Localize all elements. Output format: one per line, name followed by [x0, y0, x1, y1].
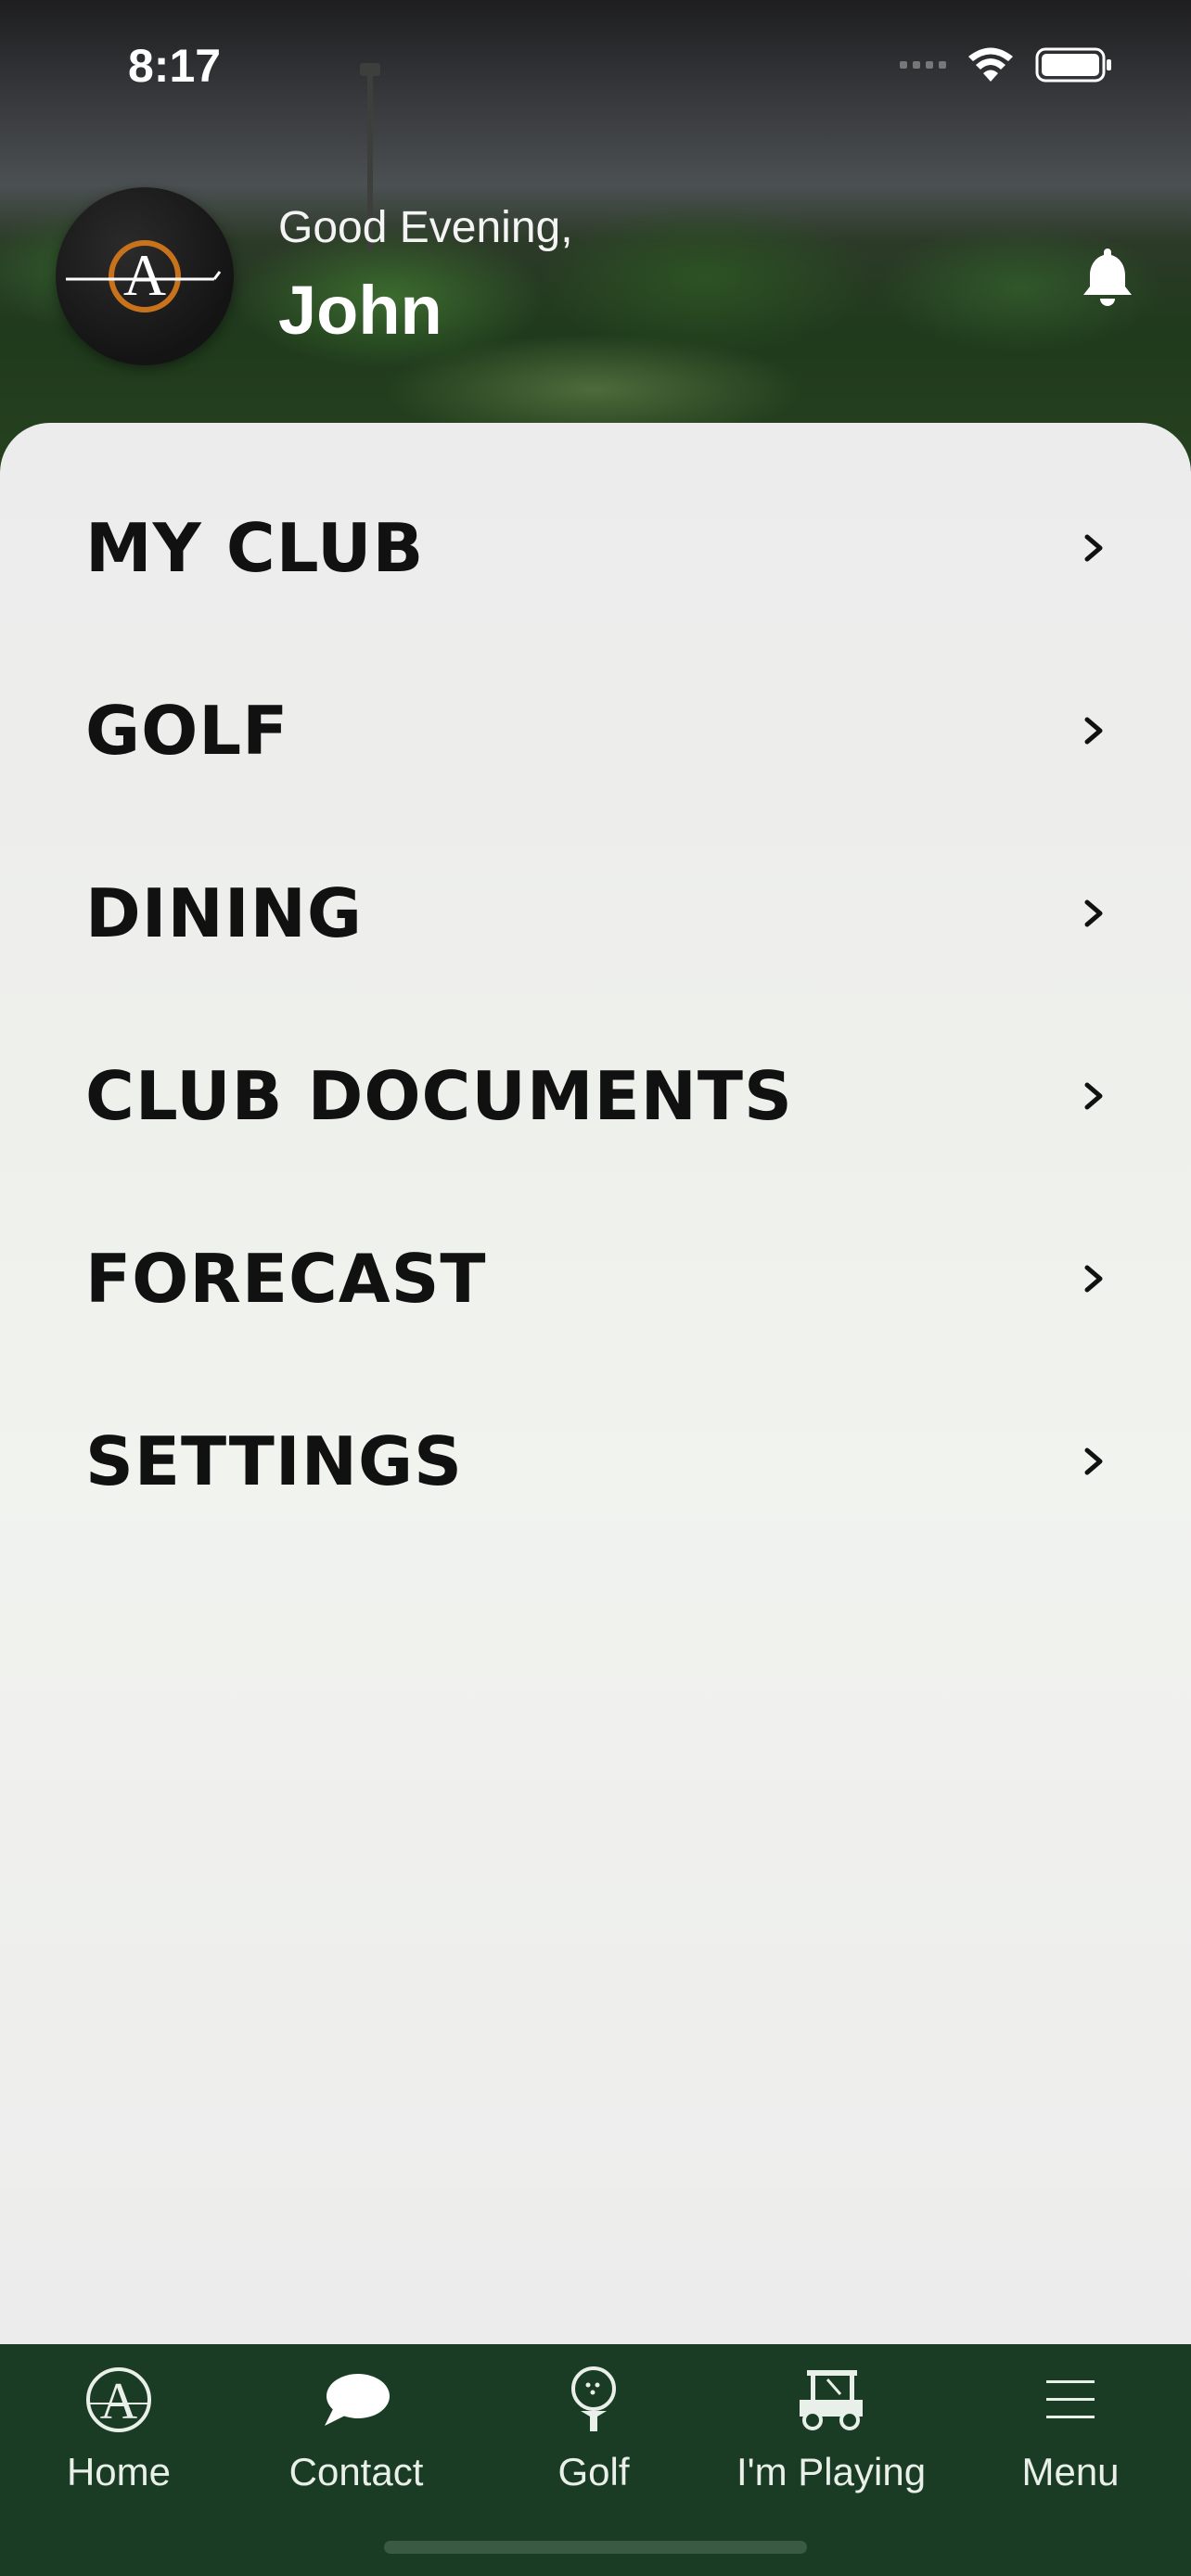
- svg-text:A: A: [123, 242, 166, 308]
- greeting-text: Good Evening,: [278, 203, 573, 252]
- user-name: John: [278, 272, 442, 349]
- tab-golf[interactable]: Golf: [482, 2344, 705, 2530]
- menu-item-label: FORECAST: [85, 1240, 487, 1318]
- menu-item-my-club[interactable]: MY CLUB: [0, 478, 1191, 618]
- tab-label: Menu: [1021, 2450, 1120, 2493]
- battery-icon: [1035, 47, 1111, 83]
- club-logo-avatar[interactable]: A: [56, 187, 234, 365]
- tab-label: Home: [66, 2450, 172, 2493]
- menu-item-club-documents[interactable]: CLUB DOCUMENTS: [0, 1027, 1191, 1166]
- club-logo-icon: A: [66, 240, 222, 312]
- notification-bell-icon[interactable]: [1078, 245, 1137, 310]
- tab-label: Contact: [288, 2450, 424, 2493]
- tab-im-playing[interactable]: I'm Playing: [720, 2344, 942, 2530]
- chevron-right-icon: [1084, 717, 1103, 745]
- chevron-right-icon: [1084, 1082, 1103, 1110]
- tab-home[interactable]: A Home: [7, 2344, 230, 2530]
- home-indicator[interactable]: [384, 2541, 807, 2554]
- club-logo-icon: A: [86, 2367, 151, 2432]
- chevron-right-icon: [1084, 899, 1103, 927]
- chat-bubble-icon: [325, 2374, 390, 2426]
- chevron-right-icon: [1084, 534, 1103, 562]
- svg-text:A: A: [100, 2373, 138, 2430]
- menu-card: MY CLUB GOLF DINING CLUB DOCUMENTS FOREC…: [0, 423, 1191, 2344]
- status-time: 8:17: [128, 40, 222, 92]
- menu-item-label: CLUB DOCUMENTS: [85, 1057, 793, 1135]
- tab-label: I'm Playing: [736, 2450, 927, 2493]
- tab-label: Golf: [557, 2450, 630, 2493]
- menu-item-label: DINING: [85, 874, 363, 952]
- golf-cart-icon: [800, 2370, 863, 2430]
- menu-item-forecast[interactable]: FORECAST: [0, 1209, 1191, 1348]
- status-icons: [900, 46, 1113, 83]
- tab-menu[interactable]: Menu: [959, 2344, 1182, 2530]
- chevron-right-icon: [1084, 1447, 1103, 1475]
- tab-contact[interactable]: Contact: [245, 2344, 467, 2530]
- wifi-icon: [968, 47, 1013, 82]
- menu-item-label: MY CLUB: [85, 509, 425, 587]
- menu-item-settings[interactable]: SETTINGS: [0, 1392, 1191, 1531]
- golf-ball-tee-icon: [571, 2366, 616, 2431]
- hamburger-menu-icon: [1046, 2380, 1095, 2418]
- menu-item-dining[interactable]: DINING: [0, 844, 1191, 983]
- menu-item-label: SETTINGS: [85, 1422, 463, 1500]
- chevron-right-icon: [1084, 1265, 1103, 1293]
- cellular-signal-icon: [900, 61, 946, 69]
- menu-item-label: GOLF: [85, 692, 289, 770]
- menu-item-golf[interactable]: GOLF: [0, 661, 1191, 800]
